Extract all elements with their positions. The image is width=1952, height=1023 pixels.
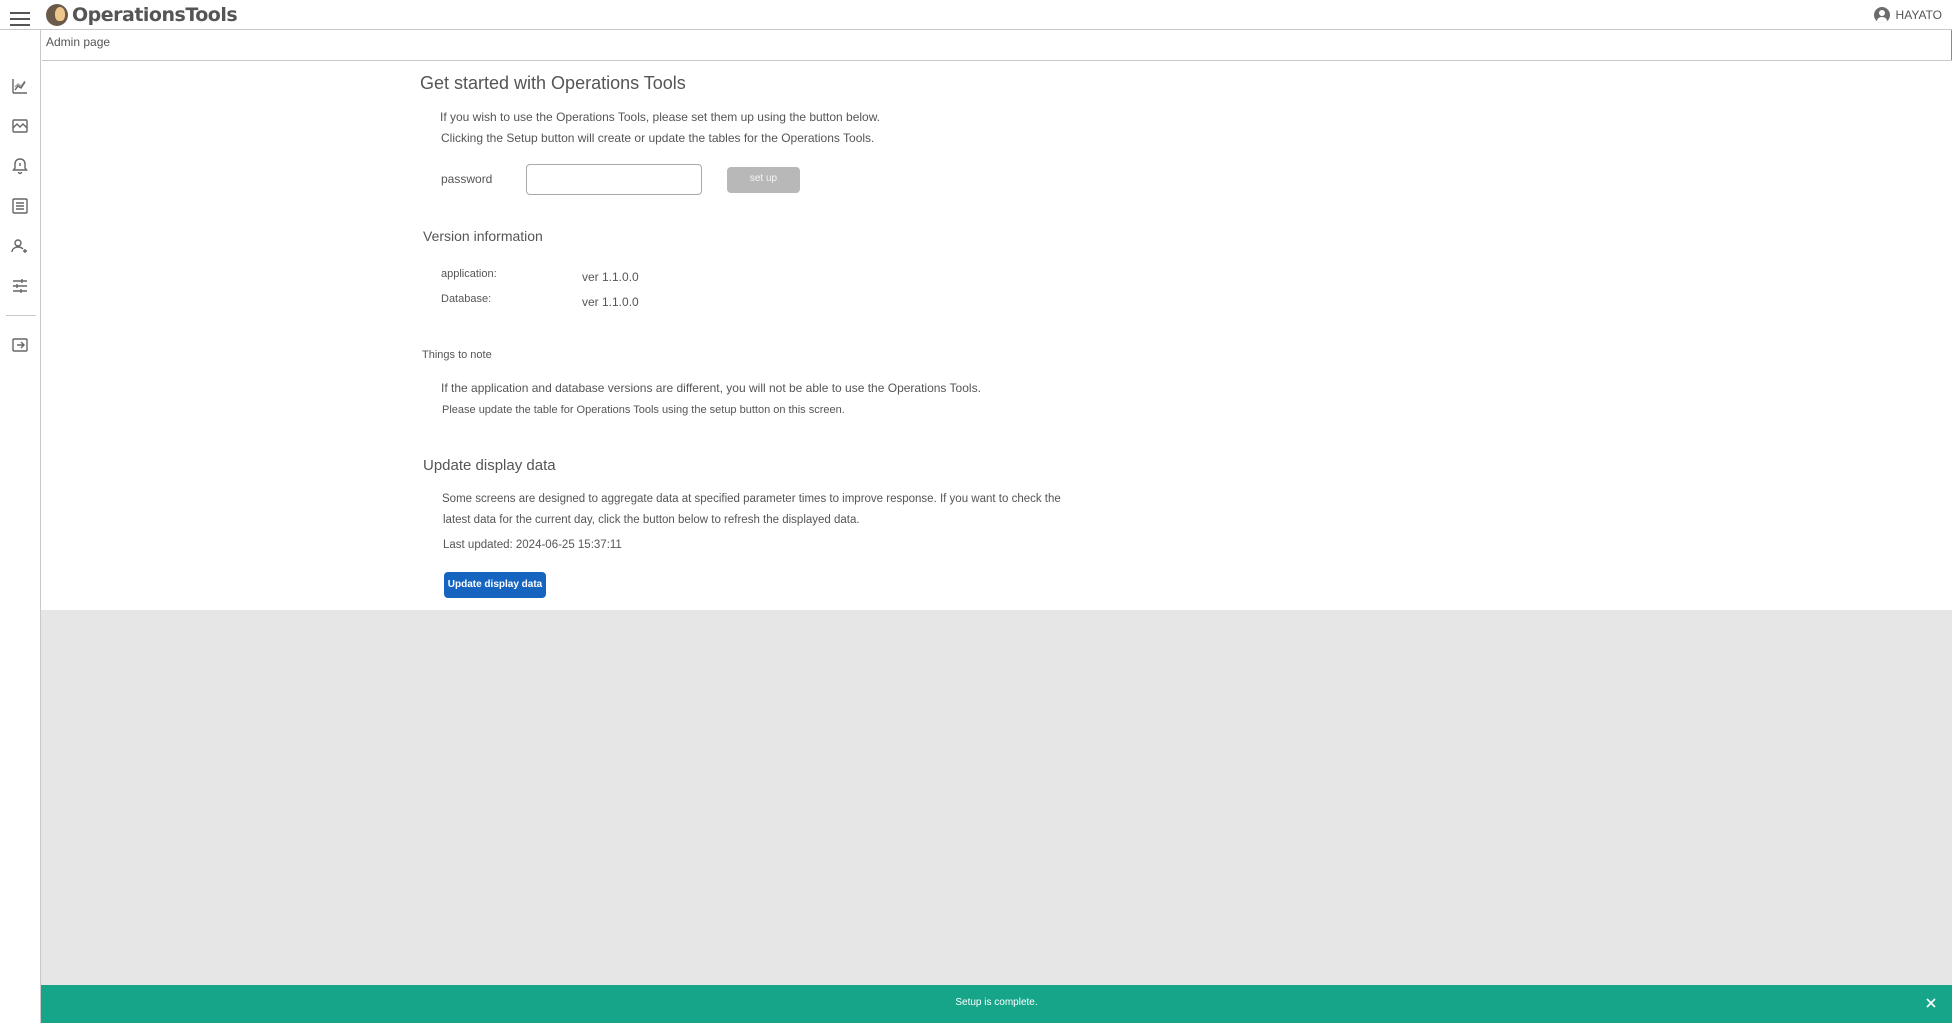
toast-message: Setup is complete. <box>955 997 1038 1008</box>
logo-mascot-icon <box>46 4 68 26</box>
main-content <box>41 61 1952 610</box>
logout-icon[interactable] <box>10 335 30 355</box>
application-version: ver 1.1.0.0 <box>582 270 639 284</box>
breadcrumb: Admin page <box>42 30 1952 61</box>
list-document-icon[interactable] <box>10 196 30 216</box>
user-avatar-icon <box>1873 7 1890 23</box>
application-label: application: <box>441 268 497 280</box>
setup-desc-1: If you wish to use the Operations Tools,… <box>440 110 881 124</box>
database-version: ver 1.1.0.0 <box>582 295 639 309</box>
hamburger-menu-icon[interactable] <box>10 12 30 28</box>
notes-title: Things to note <box>422 349 492 361</box>
app-name: OperationsTools <box>72 4 238 26</box>
database-label: Database: <box>441 293 492 305</box>
update-display-data-button[interactable]: Update display data <box>444 572 546 598</box>
empty-background-area <box>41 610 1952 985</box>
update-desc-1: Some screens are designed to aggregate d… <box>442 493 1061 505</box>
update-title: Update display data <box>423 457 556 474</box>
sliders-icon[interactable] <box>10 276 30 296</box>
alert-bell-icon[interactable] <box>10 156 30 176</box>
notes-line-2: Please update the table for Operations T… <box>442 404 845 416</box>
last-updated: Last updated: 2024-06-25 15:37:11 <box>443 539 622 551</box>
version-title: Version information <box>423 228 543 244</box>
sidebar <box>0 30 41 1023</box>
user-name: HAYATO <box>1895 8 1942 22</box>
close-icon[interactable] <box>1924 996 1938 1010</box>
setup-desc-2: Clicking the Setup button will create or… <box>441 131 875 145</box>
password-input[interactable] <box>526 164 702 195</box>
password-label: password <box>441 172 493 186</box>
top-header: OperationsTools HAYATO <box>0 0 1952 30</box>
sidebar-divider <box>6 315 36 316</box>
image-chart-icon[interactable] <box>10 116 30 136</box>
breadcrumb-current: Admin page <box>46 35 111 49</box>
success-toast: Setup is complete. <box>41 985 1952 1023</box>
user-settings-icon[interactable] <box>10 236 30 256</box>
setup-button[interactable]: set up <box>727 167 800 193</box>
app-logo[interactable]: OperationsTools <box>46 3 238 27</box>
user-menu[interactable]: HAYATO <box>1873 7 1942 23</box>
setup-title: Get started with Operations Tools <box>420 73 686 93</box>
update-desc-2: latest data for the current day, click t… <box>443 514 860 526</box>
line-chart-icon[interactable] <box>10 76 30 96</box>
notes-line-1: If the application and database versions… <box>441 381 981 395</box>
